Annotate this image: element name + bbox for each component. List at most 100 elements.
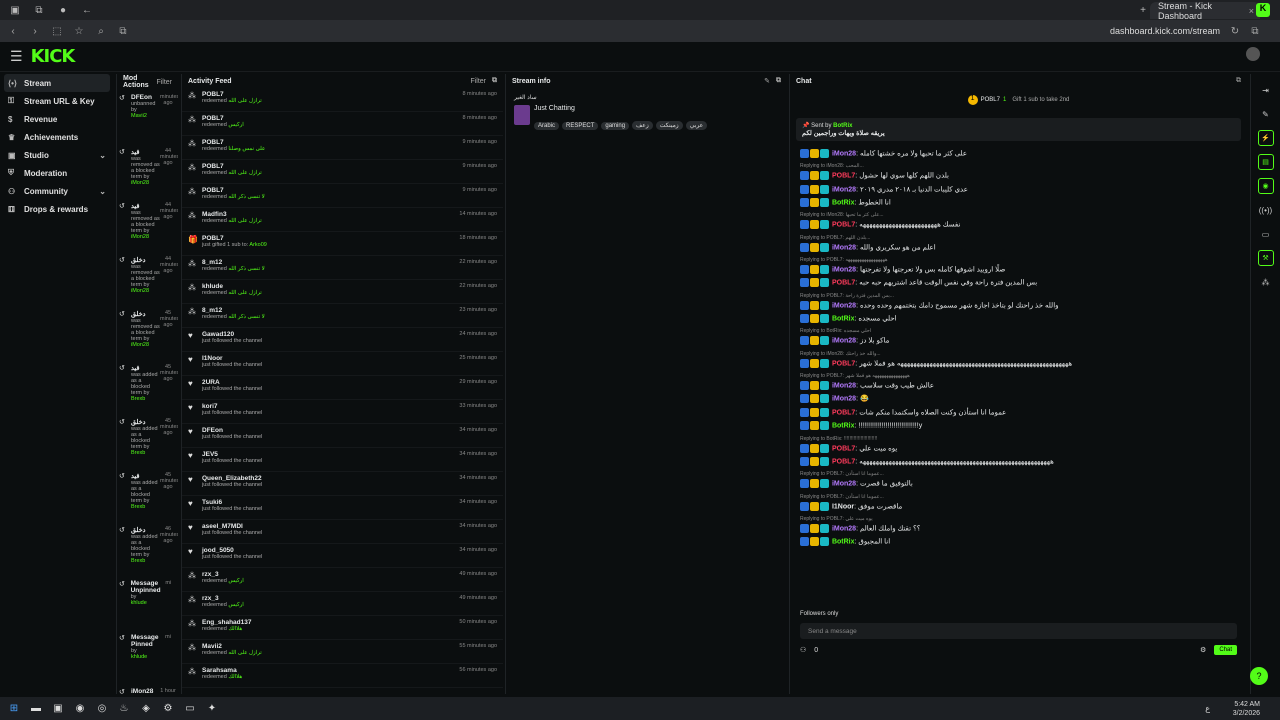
back-icon[interactable]: ‹: [4, 26, 22, 37]
settings-icon[interactable]: ⚙: [1200, 646, 1206, 654]
mod-by-user[interactable]: khlude: [131, 600, 161, 606]
chat-message[interactable]: iMon28: على كثر ما تحبها ولا مره خشتها ك…: [790, 147, 1247, 160]
folder-icon[interactable]: ▭: [182, 701, 198, 717]
feed-username[interactable]: jood_5050: [202, 547, 459, 554]
chat-message[interactable]: Replying to POBL7: عموما انا استأذن... I…: [790, 491, 1247, 513]
mod-by-user[interactable]: Brexb: [131, 558, 160, 564]
chat-message[interactable]: POBL7: ههههههههههههههههههههههههههههههههه…: [790, 455, 1247, 468]
reply-context[interactable]: Replying to POBL7: عموما انا استأذن...: [800, 470, 1237, 479]
browser-arrow-icon[interactable]: ←: [78, 1, 96, 19]
feed-username[interactable]: 8_m12: [202, 259, 459, 266]
chat-username[interactable]: iMon28: [832, 481, 856, 488]
mod-target[interactable]: Message Pinned: [131, 634, 160, 648]
feed-username[interactable]: khlude: [202, 283, 459, 290]
feed-username[interactable]: Queen_Elizabeth22: [202, 475, 459, 482]
mod-target[interactable]: دخلق: [131, 310, 160, 318]
feed-username[interactable]: POBL7: [202, 163, 462, 170]
mod-target[interactable]: دخلق: [131, 526, 160, 534]
mod-target[interactable]: iMon28: [131, 688, 160, 694]
stream-tag[interactable]: زعف: [632, 121, 653, 130]
stream-tag[interactable]: عربي: [685, 121, 708, 130]
tab-kick-dashboard[interactable]: Stream - Kick Dashboard ×: [1150, 1, 1260, 21]
mod-by-user[interactable]: Brexb: [131, 504, 160, 510]
feed-username[interactable]: aseel_M7MDI: [202, 523, 459, 530]
chat-username[interactable]: iMon28: [832, 186, 856, 193]
feed-username[interactable]: rzx_3: [202, 595, 459, 602]
mod-target[interactable]: قيد: [131, 472, 160, 480]
chat-message[interactable]: Replying to POBL7: بلدن اللهم... iMon28:…: [790, 232, 1247, 254]
feed-username[interactable]: Sarahsama: [202, 667, 459, 674]
browser-dot-icon[interactable]: ●: [54, 1, 72, 19]
chat-username[interactable]: POBL7: [832, 222, 855, 229]
feed-username[interactable]: Eng_shahad137: [202, 619, 459, 626]
file-explorer-icon[interactable]: ▬: [28, 701, 44, 717]
search-icon[interactable]: ⌕: [92, 26, 110, 37]
reply-context[interactable]: Replying to POBL7: هههههههههههههههه هو ف…: [800, 372, 1237, 381]
mod-target[interactable]: قيد: [131, 148, 160, 156]
chat-username[interactable]: POBL7: [832, 360, 855, 367]
clipboard-icon[interactable]: ▤: [1257, 154, 1274, 170]
chat-username[interactable]: iMon28: [832, 150, 856, 157]
reply-context[interactable]: Replying to iMon28: المحب...: [800, 162, 1237, 171]
chat-bubble-icon[interactable]: ◉: [1257, 178, 1274, 194]
feed-username[interactable]: POBL7: [202, 235, 459, 242]
windows-start-icon[interactable]: ⊞: [6, 701, 22, 717]
feed-username[interactable]: Mavii2: [202, 643, 459, 650]
chat-username[interactable]: POBL7: [832, 173, 855, 180]
users-icon[interactable]: ⚇: [800, 646, 806, 654]
sidebar-item-studio[interactable]: ▣ Studio ⌄: [4, 146, 110, 164]
chat-username[interactable]: iMon28: [832, 338, 856, 345]
gift-sub-prompt[interactable]: Gift 1 sub to take 2nd: [1012, 97, 1069, 103]
sidebar-item-stream[interactable]: ⟨•⟩ Stream: [4, 74, 110, 92]
chat-message[interactable]: Replying to BotRix: احلي مسجده iMon28: م…: [790, 325, 1247, 347]
chat-message[interactable]: Replying to POBL7: يوه ميت علي iMon28: ؟…: [790, 513, 1247, 535]
chat-username[interactable]: I1Noor: [832, 503, 854, 510]
feed-username[interactable]: POBL7: [202, 115, 462, 122]
mod-target[interactable]: قيد: [131, 202, 160, 210]
reply-context[interactable]: Replying to BotRix: احلي مسجده: [800, 327, 1237, 336]
nodes-icon[interactable]: ⁂: [1258, 274, 1274, 290]
app-icon[interactable]: ◈: [138, 701, 154, 717]
stream-tag[interactable]: زمينكت: [655, 121, 683, 130]
chat-input[interactable]: Send a message: [800, 623, 1237, 639]
chat-message[interactable]: BotRix: انا المجبوق: [790, 535, 1247, 548]
chat-message[interactable]: POBL7: عموما انا استأذن وكنت الصلاه واسك…: [790, 406, 1247, 419]
feed-username[interactable]: rzx_3: [202, 571, 459, 578]
mod-by-user[interactable]: Mavii2: [131, 113, 160, 119]
chat-username[interactable]: POBL7: [832, 445, 855, 452]
feed-username[interactable]: Tsuki6: [202, 499, 459, 506]
mod-by-user[interactable]: Brexb: [131, 450, 160, 456]
reply-context[interactable]: Replying to POBL7: بس المدين فترة راحة..…: [800, 292, 1237, 301]
language-indicator[interactable]: ع: [1205, 704, 1210, 713]
feed-username[interactable]: Madfin3: [202, 211, 459, 218]
close-tab-icon[interactable]: ×: [1249, 6, 1254, 16]
terminal-icon[interactable]: ▣: [50, 701, 66, 717]
extension-icon[interactable]: ⬚: [48, 26, 66, 37]
chat-username[interactable]: POBL7: [832, 458, 855, 465]
mod-by-user[interactable]: iMon28: [131, 342, 160, 348]
send-chat-button[interactable]: Chat: [1214, 645, 1237, 655]
window-menu-icon[interactable]: ▣: [6, 1, 24, 19]
reply-context[interactable]: Replying to iMon28: على كثر ما تحبها...: [800, 211, 1237, 220]
copy-icon[interactable]: ⧉: [1246, 26, 1264, 37]
sidebar-item-moderation[interactable]: ⛨ Moderation: [4, 164, 110, 182]
chat-message[interactable]: Replying to POBL7: هههههههههههههههههه iM…: [790, 254, 1247, 276]
chat-message[interactable]: iMon28: 😂: [790, 392, 1247, 405]
kick-logo[interactable]: KICK: [31, 46, 76, 67]
stream-tag[interactable]: Arabic: [534, 122, 560, 130]
chat-message[interactable]: Replying to iMon28: والله خذ راحتك... PO…: [790, 348, 1247, 370]
mod-by-user[interactable]: khlude: [131, 654, 160, 660]
mod-filter-button[interactable]: Filter: [156, 79, 172, 86]
edit-icon[interactable]: ✎: [1258, 106, 1274, 122]
wrench-icon[interactable]: ⚒: [1257, 250, 1274, 266]
mod-target[interactable]: قيد: [131, 364, 160, 372]
mod-target[interactable]: DFEon: [131, 94, 160, 101]
popout-icon[interactable]: ⧉: [776, 77, 781, 85]
steam-icon[interactable]: ♨: [116, 701, 132, 717]
chat-message[interactable]: Replying to POBL7: بس المدين فترة راحة..…: [790, 290, 1247, 312]
chat-username[interactable]: iMon28: [832, 525, 856, 532]
sidebar-item-revenue[interactable]: $ Revenue: [4, 110, 110, 128]
mod-by-user[interactable]: Brexb: [131, 396, 160, 402]
settings-icon[interactable]: ⚙: [160, 701, 176, 717]
mod-by-user[interactable]: iMon28: [131, 288, 160, 294]
